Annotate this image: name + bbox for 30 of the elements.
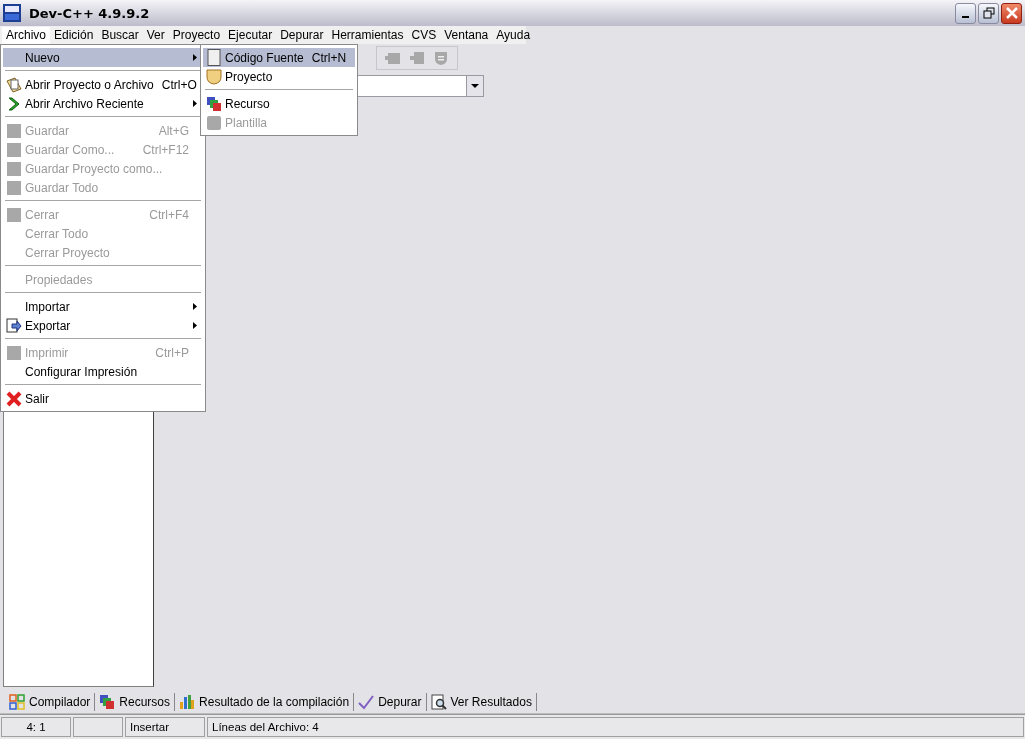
output-tab[interactable]: Resultado de la compilación <box>175 693 355 711</box>
menu-item[interactable]: Edición <box>50 26 98 44</box>
line-count: Líneas del Archivo: 4 <box>207 717 1024 737</box>
menu-item[interactable]: Importar <box>3 297 203 316</box>
output-tab[interactable]: Depurar <box>354 693 427 711</box>
menu-item[interactable]: Archivo <box>2 26 50 44</box>
menu-item[interactable]: Código Fuente Ctrl+N <box>203 48 355 67</box>
menu-item[interactable]: Ventana <box>440 26 493 44</box>
menu-item[interactable]: CVS <box>407 26 441 44</box>
menu-item[interactable]: Ver <box>142 26 169 44</box>
output-tab[interactable]: Ver Resultados <box>426 693 537 711</box>
output-tab[interactable]: Compilador <box>5 693 96 711</box>
output-tab[interactable]: Recursos <box>95 693 176 711</box>
menu-item[interactable]: Exportar <box>3 316 203 335</box>
menu-item[interactable]: Recurso <box>203 94 355 113</box>
menu-item[interactable]: Nuevo <box>3 48 203 67</box>
menu-item[interactable]: Abrir Proyecto o Archivo Ctrl+O <box>3 75 203 94</box>
window-title: Dev-C++ 4.9.9.2 <box>29 5 151 21</box>
menu-item[interactable]: Abrir Archivo Reciente <box>3 94 203 113</box>
menu-item[interactable]: Configurar Impresión <box>3 362 203 381</box>
menu-item[interactable]: Buscar <box>97 26 143 44</box>
cursor-position: 4: 1 <box>1 717 71 737</box>
menu-item[interactable]: Ejecutar <box>224 26 277 44</box>
menu-item[interactable]: Ayuda <box>492 26 535 44</box>
menu-item[interactable]: Proyecto <box>168 26 225 44</box>
menu-item[interactable]: Depurar <box>276 26 328 44</box>
menu-item[interactable]: Proyecto <box>203 67 355 86</box>
insert-mode: Insertar <box>125 717 205 737</box>
menu-item[interactable]: Salir <box>3 389 203 408</box>
menu-item[interactable]: Herramientas <box>327 26 408 44</box>
